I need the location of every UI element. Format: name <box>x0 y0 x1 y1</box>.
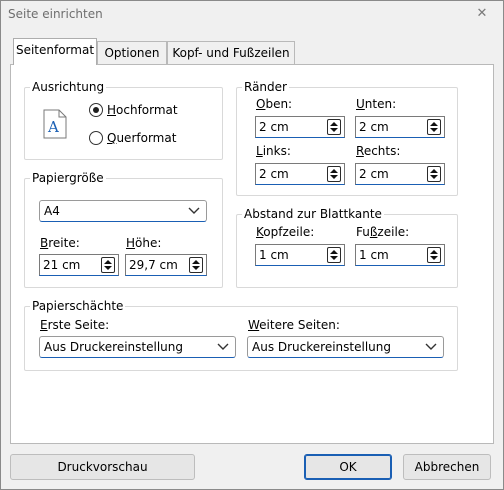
margins-group: Ränder Oben: 2 cm Unten: 2 cm Links: 2 c… <box>236 79 458 196</box>
margin-bottom-spinner[interactable] <box>427 119 441 135</box>
header-distance-spinner[interactable] <box>327 247 341 263</box>
orientation-group: Ausrichtung A Hochformat Querformat <box>24 79 223 160</box>
header-distance-input[interactable]: 1 cm <box>255 244 345 266</box>
footer-distance-label: Fußzeile: <box>356 225 410 239</box>
tab-panel: Ausrichtung A Hochformat Querformat Ränd… <box>10 64 494 444</box>
chevron-down-icon <box>188 207 200 214</box>
close-icon[interactable]: ✕ <box>472 4 492 24</box>
margin-top-label: Oben: <box>256 97 293 111</box>
margins-legend: Ränder <box>242 79 289 95</box>
ok-button[interactable]: OK <box>304 454 392 480</box>
margin-top-input[interactable]: 2 cm <box>255 116 345 138</box>
paper-trays-legend: Papierschächte <box>30 298 126 314</box>
footer-distance-input[interactable]: 1 cm <box>355 244 445 266</box>
margin-left-label: Links: <box>256 144 291 158</box>
paper-height-input[interactable]: 29,7 cm <box>125 254 207 276</box>
print-preview-button[interactable]: Druckvorschau <box>10 454 195 480</box>
paper-size-group: Papiergröße A4 Breite: 21 cm Höhe: 29,7 … <box>24 170 223 288</box>
other-pages-tray-select[interactable]: Aus Druckereinstellung <box>247 336 444 358</box>
tab-kopf-fusszeilen[interactable]: Kopf- und Fußzeilen <box>167 41 295 65</box>
paper-width-spinner[interactable] <box>101 257 115 273</box>
landscape-radio[interactable] <box>89 131 103 145</box>
paper-height-label: Höhe: <box>126 236 162 250</box>
chevron-down-icon <box>217 343 229 350</box>
tab-seitenformat[interactable]: Seitenformat <box>13 38 97 65</box>
paper-trays-group: Papierschächte Erste Seite: Aus Druckere… <box>24 298 458 371</box>
edge-distance-legend: Abstand zur Blattkante <box>242 206 384 222</box>
margin-right-spinner[interactable] <box>427 166 441 182</box>
window-title: Seite einrichten <box>8 7 103 21</box>
first-page-label: Erste Seite: <box>40 318 110 332</box>
margin-right-input[interactable]: 2 cm <box>355 163 445 185</box>
margin-right-label: Rechts: <box>356 144 401 158</box>
portrait-label[interactable]: Hochformat <box>107 102 178 118</box>
landscape-label[interactable]: Querformat <box>107 130 176 146</box>
footer-distance-spinner[interactable] <box>427 247 441 263</box>
chevron-down-icon <box>425 343 437 350</box>
other-pages-label: Weitere Seiten: <box>248 318 340 332</box>
margin-top-spinner[interactable] <box>327 119 341 135</box>
orientation-legend: Ausrichtung <box>30 79 107 95</box>
edge-distance-group: Abstand zur Blattkante Kopfzeile: 1 cm F… <box>236 206 458 288</box>
portrait-radio[interactable] <box>89 103 103 117</box>
margin-left-input[interactable]: 2 cm <box>255 163 345 185</box>
tab-optionen[interactable]: Optionen <box>97 41 167 65</box>
paper-width-input[interactable]: 21 cm <box>39 254 119 276</box>
paper-size-select[interactable]: A4 <box>39 200 207 222</box>
first-page-tray-select[interactable]: Aus Druckereinstellung <box>39 336 236 358</box>
portrait-page-icon: A <box>43 109 67 139</box>
margin-left-spinner[interactable] <box>327 166 341 182</box>
margin-bottom-label: Unten: <box>356 97 397 111</box>
svg-text:A: A <box>47 118 59 136</box>
header-distance-label: Kopfzeile: <box>256 225 315 239</box>
paper-size-legend: Papiergröße <box>30 170 106 186</box>
paper-height-spinner[interactable] <box>189 257 203 273</box>
cancel-button[interactable]: Abbrechen <box>403 454 491 480</box>
margin-bottom-input[interactable]: 2 cm <box>355 116 445 138</box>
paper-width-label: Breite: <box>40 236 80 250</box>
